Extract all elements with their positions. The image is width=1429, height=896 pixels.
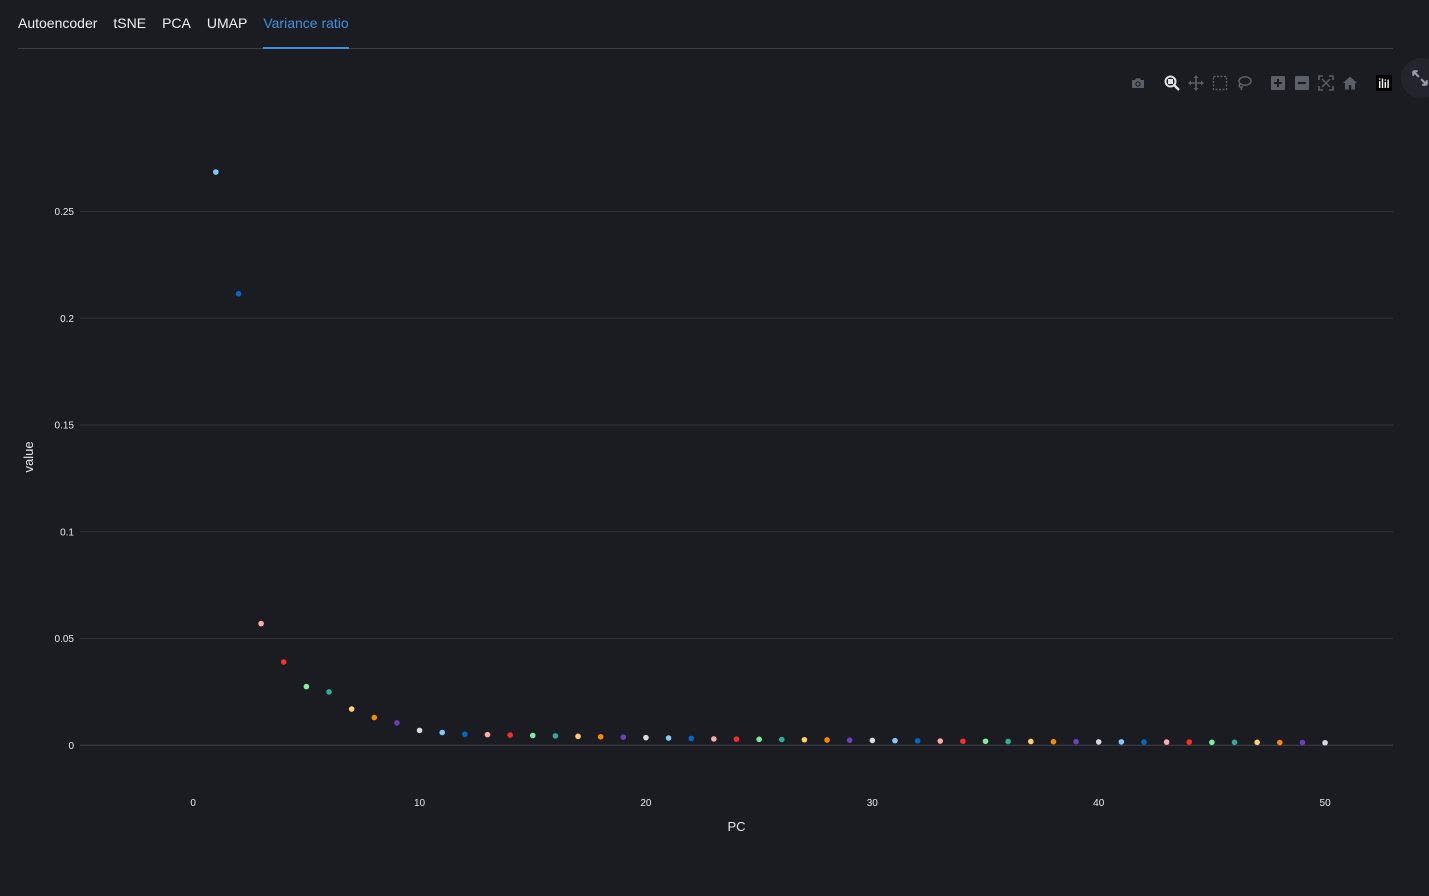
y-tick-label: 0 [68, 741, 74, 752]
x-tick-label: 40 [1093, 798, 1105, 809]
data-point [575, 733, 581, 740]
data-point [416, 727, 423, 734]
autoscale-icon[interactable] [1315, 72, 1337, 94]
lasso-select-icon[interactable] [1233, 72, 1255, 94]
data-point [892, 737, 898, 744]
x-axis-title: PC [727, 819, 745, 834]
data-point [1254, 739, 1260, 746]
variance-ratio-chart: 0 0.05 0.1 0.15 0.2 0.25 0 10 20 30 40 50 PC value [21, 169, 1393, 834]
data-point [1299, 739, 1306, 746]
data-point [960, 738, 966, 745]
data-point [733, 736, 740, 742]
x-tick-label: 20 [640, 798, 652, 809]
data-point [1186, 739, 1193, 745]
data-point [1141, 739, 1147, 745]
zoom-icon[interactable] [1161, 72, 1183, 94]
y-tick-label: 0.15 [55, 421, 75, 432]
data-point [1209, 739, 1215, 746]
data-point [394, 720, 400, 726]
plotly-logo-icon[interactable] [1373, 72, 1395, 94]
chart-modebar [1127, 72, 1397, 94]
y-tick-label: 0.05 [55, 634, 75, 645]
y-tick-label: 0.1 [60, 527, 74, 538]
data-point [552, 733, 559, 739]
x-tick-label: 0 [190, 798, 196, 809]
data-point [778, 736, 785, 743]
data-point [1322, 739, 1328, 746]
data-point [462, 731, 468, 738]
data-point [643, 734, 649, 741]
data-point [846, 737, 853, 743]
data-point [756, 736, 762, 743]
data-point [937, 738, 944, 744]
data-point [1163, 739, 1170, 745]
reset-axes-icon[interactable] [1339, 72, 1361, 94]
data-point [280, 659, 287, 665]
data-point [597, 733, 604, 740]
data-point [1118, 739, 1125, 745]
y-axis-title: value [21, 441, 36, 472]
data-point [1095, 739, 1102, 745]
data-point [665, 735, 672, 741]
box-select-icon[interactable] [1209, 72, 1231, 94]
data-point [348, 706, 355, 712]
pan-icon[interactable] [1185, 72, 1207, 94]
data-point [507, 732, 513, 738]
y-tick-label: 0.2 [60, 314, 74, 325]
data-point [1050, 738, 1057, 745]
camera-icon[interactable] [1127, 72, 1149, 94]
x-tick-label: 30 [867, 798, 879, 809]
data-point [1005, 738, 1011, 745]
data-point [213, 169, 219, 175]
data-point [303, 683, 310, 690]
x-tick-label: 50 [1320, 798, 1332, 809]
data-point [869, 737, 876, 744]
data-point [711, 736, 717, 742]
data-point [1027, 738, 1034, 745]
x-tick-label: 10 [414, 798, 426, 809]
data-point [982, 738, 989, 745]
data-point [371, 714, 378, 721]
expand-icon [1412, 70, 1428, 86]
data-point [688, 735, 695, 742]
data-point [620, 734, 627, 740]
data-point [914, 738, 921, 744]
zoom-out-icon[interactable] [1291, 72, 1313, 94]
data-point [484, 731, 491, 738]
data-point [258, 620, 264, 627]
data-point [801, 736, 808, 743]
data-point [529, 732, 536, 739]
data-point [824, 737, 830, 743]
data-point [235, 290, 242, 297]
y-tick-label: 0.25 [55, 207, 75, 218]
data-point [1231, 739, 1238, 746]
data-point [326, 689, 332, 695]
data-point [1277, 739, 1283, 746]
data-point [439, 729, 446, 736]
zoom-in-icon[interactable] [1267, 72, 1289, 94]
data-point [1073, 738, 1079, 745]
